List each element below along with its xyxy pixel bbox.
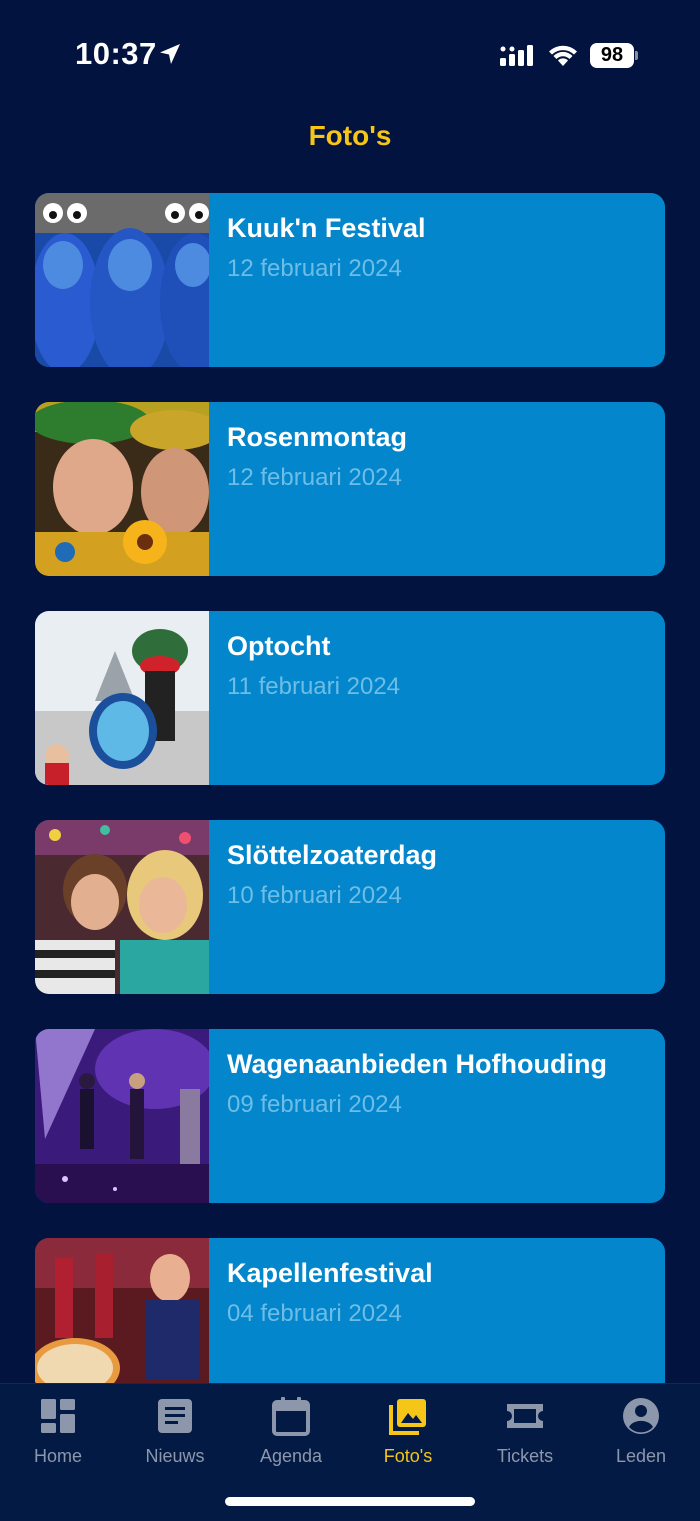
- album-card[interactable]: Kapellenfestival 04 februari 2024: [35, 1238, 665, 1383]
- album-date: 09 februari 2024: [227, 1091, 402, 1118]
- album-title: Rosenmontag: [227, 422, 408, 452]
- tab-nieuws[interactable]: Nieuws: [117, 1396, 233, 1476]
- album-title: Kuuk'n Festival: [227, 213, 426, 243]
- album-list[interactable]: Kuuk'n Festival 12 februari 2024 Rosenmo…: [35, 193, 665, 1383]
- tab-leden[interactable]: Leden: [583, 1396, 699, 1476]
- tab-label: Tickets: [496, 1446, 554, 1466]
- article-icon: [158, 1399, 192, 1433]
- tab-label: Agenda: [259, 1446, 323, 1466]
- album-date: 12 februari 2024: [227, 464, 402, 491]
- album-date: 11 februari 2024: [227, 673, 401, 700]
- battery-tip: [635, 51, 638, 60]
- album-title: Optocht: [227, 631, 331, 661]
- album-card[interactable]: Optocht 11 februari 2024: [35, 611, 665, 785]
- tab-tickets[interactable]: Tickets: [467, 1396, 583, 1476]
- battery-level: 98: [590, 43, 634, 68]
- tab-label: Leden: [615, 1446, 667, 1466]
- tab-label: Foto's: [383, 1446, 433, 1466]
- status-bar: 10:37 98: [0, 0, 700, 110]
- album-card[interactable]: Rosenmontag 12 februari 2024: [35, 402, 665, 576]
- album-thumbnail: [35, 1029, 209, 1203]
- album-card[interactable]: Kuuk'n Festival 12 februari 2024: [35, 193, 665, 367]
- album-title: Slöttelzoaterdag: [227, 840, 438, 870]
- photo-library-icon: [389, 1399, 426, 1435]
- battery-indicator: 98: [590, 43, 638, 68]
- account-circle-icon: [623, 1398, 659, 1434]
- dashboard-icon: [41, 1399, 75, 1433]
- album-card[interactable]: Slöttelzoaterdag 10 februari 2024: [35, 820, 665, 994]
- ticket-icon: [507, 1404, 543, 1428]
- tab-fotos[interactable]: Foto's: [350, 1396, 466, 1476]
- tab-label: Nieuws: [145, 1446, 205, 1466]
- calendar-icon: [272, 1397, 310, 1436]
- album-date: 10 februari 2024: [227, 882, 402, 909]
- home-indicator[interactable]: [225, 1497, 475, 1506]
- status-time: 10:37: [75, 36, 157, 71]
- album-thumbnail: [35, 611, 209, 785]
- tab-agenda[interactable]: Agenda: [233, 1396, 349, 1476]
- page-title: Foto's: [308, 120, 392, 151]
- album-thumbnail: [35, 1238, 209, 1383]
- album-date: 04 februari 2024: [227, 1300, 402, 1327]
- tab-home[interactable]: Home: [0, 1396, 116, 1476]
- wifi-icon: [549, 45, 577, 66]
- album-card[interactable]: Wagenaanbieden Hofhouding 09 februari 20…: [35, 1029, 665, 1203]
- location-arrow-icon: [160, 44, 180, 64]
- album-date: 12 februari 2024: [227, 255, 402, 282]
- cellular-signal-icon: [500, 45, 533, 66]
- album-title: Kapellenfestival: [227, 1258, 433, 1288]
- album-title: Wagenaanbieden Hofhouding: [227, 1049, 607, 1079]
- album-thumbnail: [35, 402, 209, 576]
- album-thumbnail: [35, 820, 209, 994]
- album-thumbnail: [35, 193, 209, 367]
- tab-label: Home: [33, 1446, 82, 1466]
